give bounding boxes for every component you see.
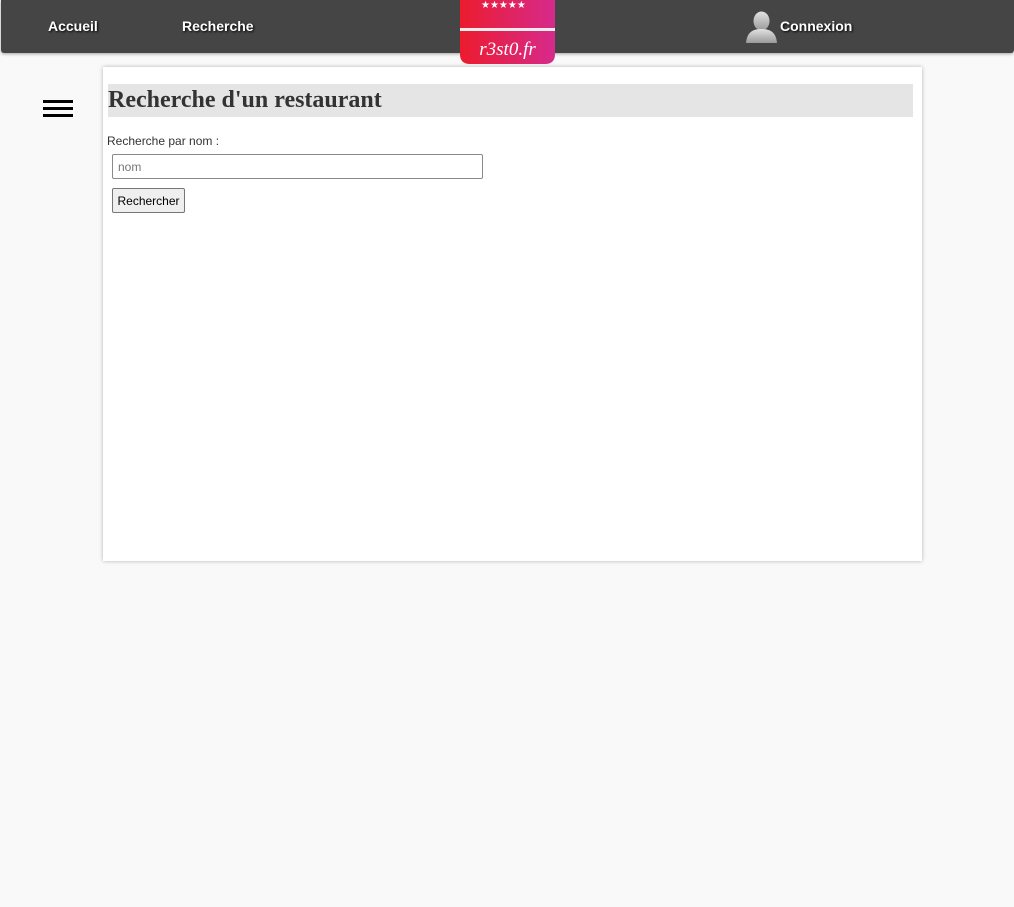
hamburger-menu-icon[interactable]: [43, 100, 73, 118]
search-button[interactable]: Rechercher: [112, 188, 185, 213]
nav-link-accueil[interactable]: Accueil: [48, 18, 98, 34]
login-label: Connexion: [780, 18, 853, 34]
page-title: Recherche d'un restaurant: [108, 84, 913, 117]
login-button[interactable]: Connexion: [745, 10, 852, 44]
site-logo[interactable]: ★★★★★ r3st0.fr: [460, 0, 555, 64]
search-input[interactable]: [112, 154, 483, 179]
logo-text: r3st0.fr: [479, 39, 536, 60]
star-icons: ★★★★★: [481, 0, 526, 11]
search-label: Recherche par nom :: [107, 134, 220, 148]
search-panel: Recherche d'un restaurant Recherche par …: [103, 67, 922, 561]
nav-link-recherche[interactable]: Recherche: [182, 18, 254, 34]
user-avatar-icon: [746, 11, 777, 43]
svg-text:★★★★★: ★★★★★: [481, 0, 526, 11]
